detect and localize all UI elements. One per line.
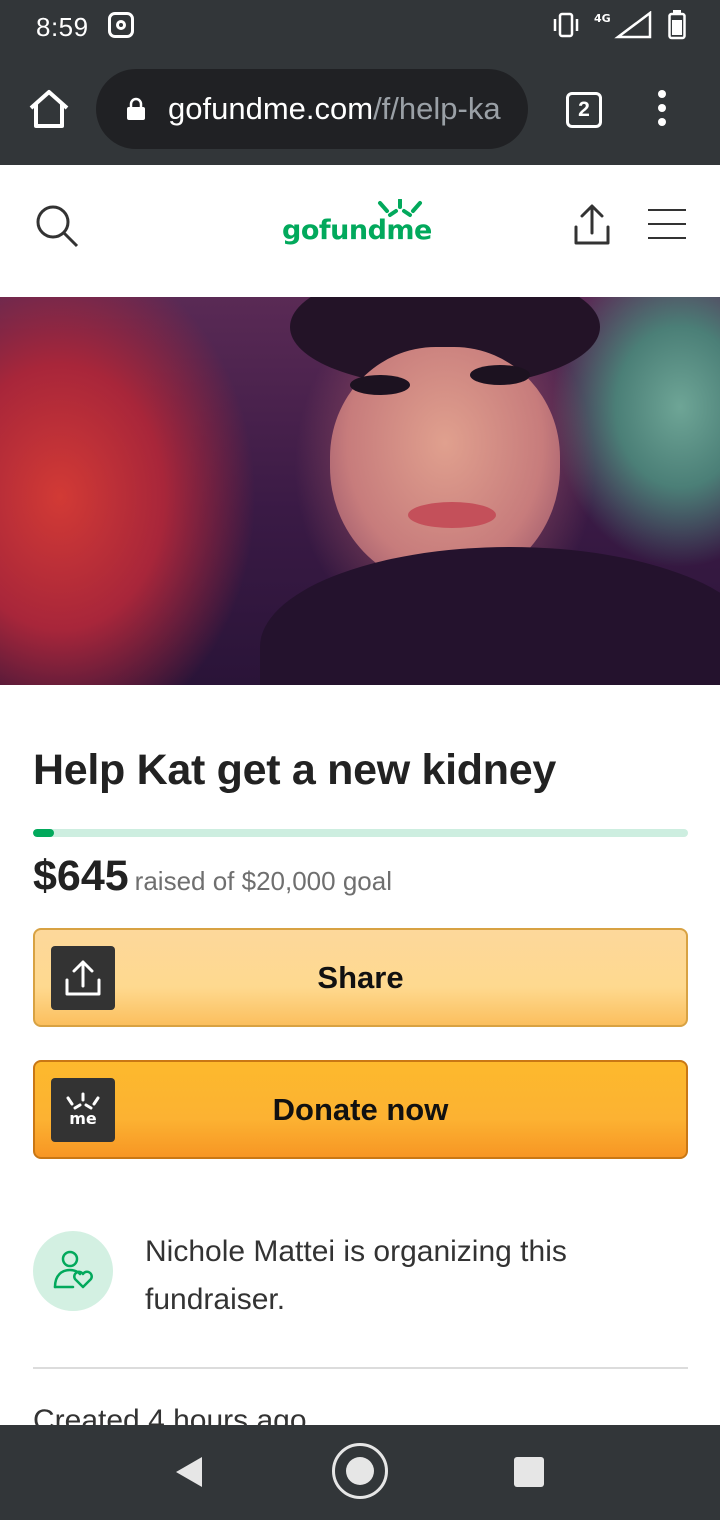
battery-icon — [668, 10, 686, 40]
donate-button[interactable]: me Donate now — [33, 1060, 688, 1159]
back-icon[interactable] — [174, 1455, 204, 1489]
menu-icon[interactable] — [648, 209, 686, 239]
signal-icon: 4G — [594, 11, 652, 39]
url-host: gofundme.com — [168, 91, 374, 126]
campaign-title: Help Kat get a new kidney — [33, 746, 556, 794]
home-icon[interactable] — [26, 86, 72, 132]
svg-text:4G: 4G — [594, 12, 611, 25]
address-bar[interactable]: gofundme.com/f/help-ka — [96, 69, 528, 149]
search-icon[interactable] — [34, 203, 80, 249]
system-nav-bar — [0, 1425, 720, 1520]
browser-toolbar: gofundme.com/f/help-ka 2 — [0, 52, 720, 165]
raised-summary: $645 raised of $20,000 goal — [33, 852, 392, 901]
instagram-icon — [108, 12, 134, 38]
share-button[interactable]: Share — [33, 928, 688, 1027]
vibrate-icon — [553, 12, 579, 38]
campaign-hero-image — [0, 297, 720, 685]
lock-icon — [127, 97, 145, 120]
share-icon[interactable] — [572, 203, 612, 247]
progress-fill — [33, 829, 54, 837]
avatar — [33, 1231, 113, 1311]
status-icons: 4G — [552, 10, 686, 40]
tabs-icon[interactable]: 2 — [566, 92, 602, 128]
recents-icon[interactable] — [514, 1457, 544, 1487]
gofundme-logo[interactable]: gofundme — [282, 199, 442, 255]
status-bar: 8:59 4G — [0, 0, 720, 52]
raised-amount: $645 — [33, 852, 129, 900]
url-text: gofundme.com/f/help-ka — [168, 91, 501, 127]
home-circle-icon[interactable] — [332, 1443, 388, 1499]
url-path: /f/help-ka — [373, 91, 501, 126]
progress-bar — [33, 829, 688, 837]
share-button-label: Share — [317, 959, 404, 995]
raised-goal-text: raised of $20,000 goal — [134, 866, 392, 896]
site-header: gofundme — [0, 165, 720, 297]
person-heart-icon — [53, 1250, 93, 1289]
logo-text: gofundme — [282, 215, 432, 246]
more-vert-icon[interactable] — [652, 90, 672, 130]
donate-button-label: Donate now — [272, 1091, 449, 1127]
divider — [33, 1367, 688, 1369]
status-time: 8:59 — [36, 12, 89, 42]
organizer-text: Nichole Mattei is organizing this fundra… — [145, 1235, 567, 1316]
